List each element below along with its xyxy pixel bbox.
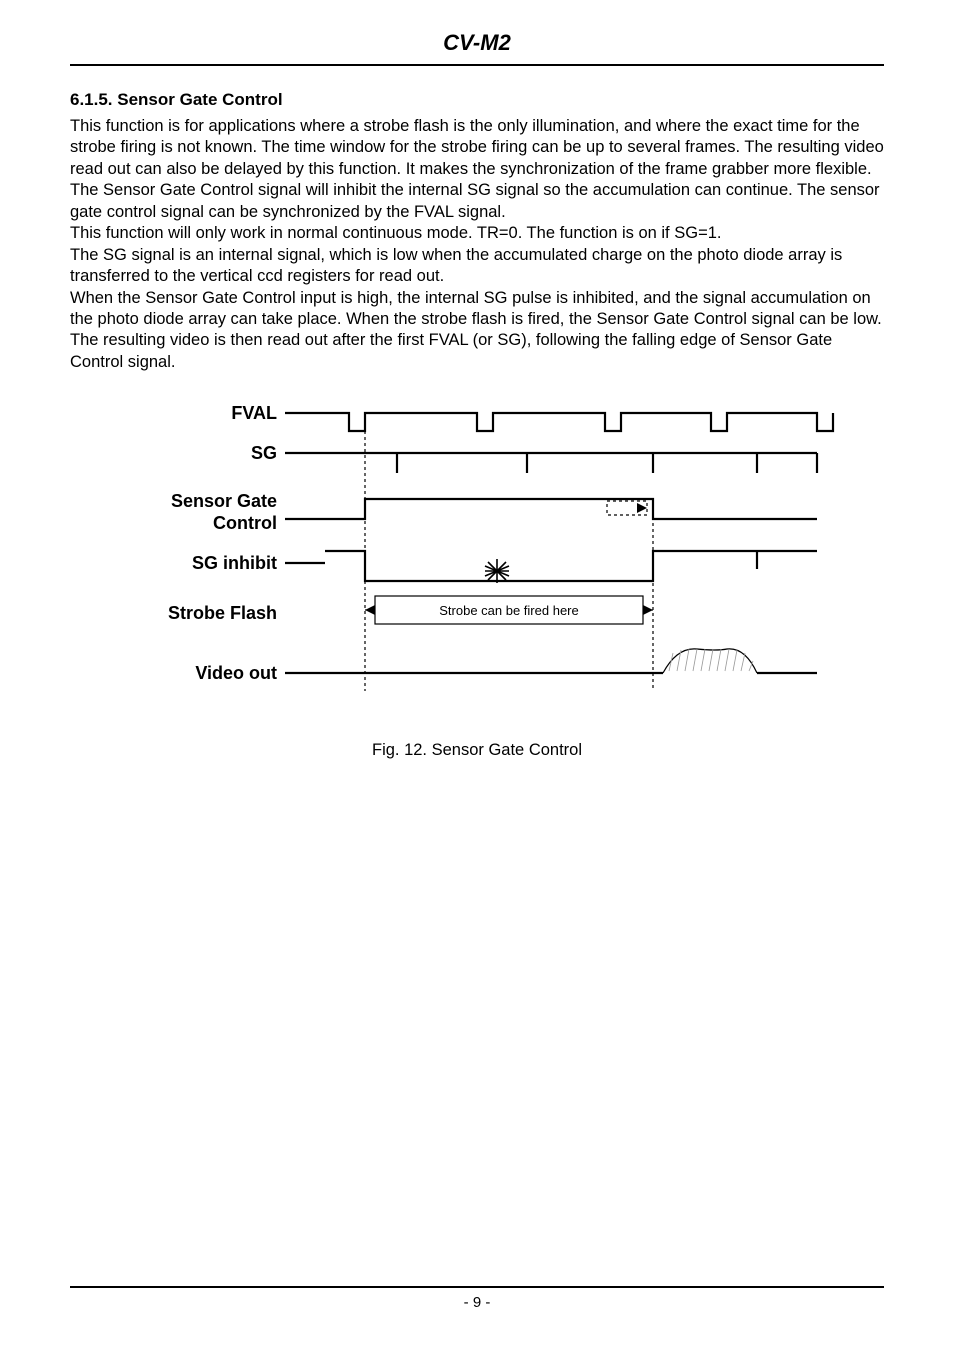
page-footer: - 9 - <box>70 1286 884 1311</box>
label-sg-inhibit: SG inhibit <box>192 553 277 573</box>
section-body: This function is for applications where … <box>70 116 884 373</box>
figure-caption: Fig. 12. Sensor Gate Control <box>70 741 884 760</box>
label-video-out: Video out <box>195 663 277 683</box>
label-sg: SG <box>251 443 277 463</box>
flash-icon <box>485 559 509 583</box>
header-rule <box>70 64 884 66</box>
label-strobe-flash: Strobe Flash <box>168 603 277 623</box>
label-control: Control <box>213 513 277 533</box>
figure-12: FVAL SG Sensor Gate Control SG inhibit S… <box>70 391 884 760</box>
section-heading: 6.1.5. Sensor Gate Control <box>70 90 884 110</box>
label-sensor-gate: Sensor Gate <box>171 491 277 511</box>
label-fval: FVAL <box>231 403 277 423</box>
page-number: - 9 - <box>70 1294 884 1311</box>
page-header-title: CV-M2 <box>70 30 884 62</box>
timing-diagram: FVAL SG Sensor Gate Control SG inhibit S… <box>117 391 837 711</box>
label-strobe-note: Strobe can be fired here <box>439 603 578 618</box>
